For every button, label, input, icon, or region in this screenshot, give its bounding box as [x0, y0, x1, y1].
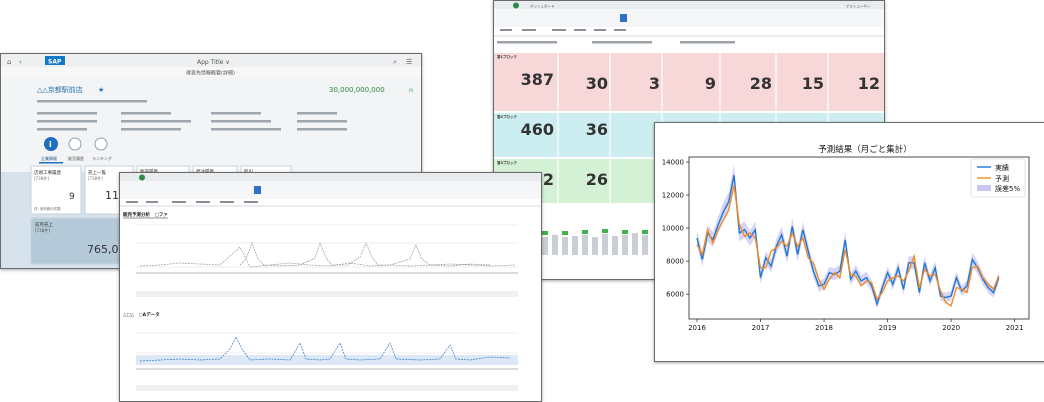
center-app-logo-icon — [139, 174, 145, 181]
y-tick-label: 8000 — [666, 258, 684, 266]
tile1-note: 件: 未申請の件数 — [34, 206, 61, 211]
svg-text:i: i — [49, 140, 52, 149]
list-icon[interactable] — [68, 137, 82, 151]
sap-logo-text: SAP — [48, 59, 62, 66]
store-name: △△京都駅前店 — [37, 85, 83, 94]
forecast-result-window: 予測結果（月ごと集計） 6000 8000 10000 12000 14000 2016… — [654, 122, 1044, 362]
center-chart2-title: △□△ ○Aデータ — [123, 311, 160, 318]
menu-icon[interactable]: ☰ — [406, 58, 412, 66]
tile1-title: 店頭工事履歴 — [34, 169, 61, 176]
y-tick-label: 12000 — [662, 192, 684, 200]
tile-store-work-history[interactable]: 店頭工事履歴 [738件] 9 件: 未申請の件数 — [30, 165, 82, 215]
tile1-subtitle: [738件] — [34, 175, 49, 181]
x-tick-label: 2018 — [815, 324, 833, 332]
block1-value-6: 15 — [802, 74, 824, 93]
block3-value-2: 26 — [586, 170, 608, 189]
chart-title: 予測結果（月ごと集計） — [818, 144, 912, 155]
forecast-analysis-screen: 販売予測分析 □ファ △□△ ○Aデータ — [120, 173, 541, 401]
legend-forecast-label: 予測 — [995, 174, 1009, 183]
amount-unit: 円 — [409, 88, 413, 93]
legend-band-label: 誤差5% — [995, 184, 1020, 193]
tile2-subtitle: [738件] — [88, 175, 103, 181]
block3-label: 第3ブロック — [497, 160, 517, 165]
window-title: ダッシュボード — [530, 4, 555, 9]
back-icon[interactable]: ‹ — [19, 58, 22, 66]
block2-label: 第2ブロック — [497, 114, 517, 119]
search-icon[interactable]: ⌕ — [393, 58, 397, 66]
chart-legend: 実績 予測 誤差5% — [970, 158, 1026, 198]
tab-company-info[interactable]: 企業情報 — [41, 155, 57, 161]
header-amount: 30,000,000,000 — [329, 86, 385, 94]
home-icon[interactable]: ⌂ — [7, 58, 11, 66]
tile6-title: 前月売上 — [35, 221, 53, 228]
tab-sales-history[interactable]: 販売履歴 — [68, 155, 84, 161]
ribbon-toolbar[interactable] — [494, 9, 884, 27]
block2-total: 460 — [521, 120, 554, 139]
ranking-icon[interactable] — [94, 137, 108, 151]
block1-value-5: 28 — [750, 74, 772, 93]
x-tick-label: 2019 — [879, 324, 897, 332]
legend-band-swatch — [977, 185, 991, 191]
x-tick-label: 2016 — [688, 324, 706, 332]
y-tick-label: 6000 — [666, 291, 684, 299]
page-header-title: 得意先情報概要(詳細) — [186, 70, 235, 77]
tile-last-month-sales[interactable]: 前月売上 [738件] 765,07 — [30, 217, 126, 265]
period-row — [497, 41, 735, 44]
favorite-icon[interactable]: ★ — [98, 86, 104, 94]
user-name[interactable]: ゲストユーザー — [846, 4, 871, 9]
forecast-result-chart: 予測結果（月ごと集計） 6000 8000 10000 12000 14000 2016… — [655, 123, 1044, 361]
block1-total: 387 — [521, 70, 554, 89]
block2-value-2: 36 — [586, 120, 608, 139]
app-logo-icon — [513, 2, 519, 9]
legend-actual-label: 実績 — [995, 163, 1009, 172]
tile6-subtitle: [738件] — [35, 227, 50, 233]
center-ribbon[interactable] — [120, 181, 541, 199]
block1-label: 第1ブロック — [497, 54, 517, 59]
x-tick-label: 2017 — [752, 324, 770, 332]
block1-value-7: 12 — [858, 74, 880, 93]
block1-value-4: 9 — [705, 74, 716, 93]
block1-value-2: 30 — [586, 74, 608, 93]
block1-value-3: 3 — [649, 74, 660, 93]
x-tick-label: 2020 — [942, 324, 960, 332]
app-title[interactable]: App Title ∨ — [197, 59, 230, 66]
x-tick-label: 2021 — [1006, 324, 1024, 332]
y-tick-label: 10000 — [662, 225, 684, 233]
center-title-bar — [120, 173, 541, 181]
tile1-value: 9 — [69, 192, 75, 202]
tab-ranking[interactable]: ランキング — [92, 155, 112, 161]
forecast-analysis-window: 販売予測分析 □ファ △□△ ○Aデータ — [119, 172, 542, 402]
tile2-title: 売上一覧 — [88, 169, 106, 176]
center-chart1-title: 販売予測分析 □ファ — [123, 211, 168, 218]
y-tick-label: 14000 — [662, 158, 684, 166]
